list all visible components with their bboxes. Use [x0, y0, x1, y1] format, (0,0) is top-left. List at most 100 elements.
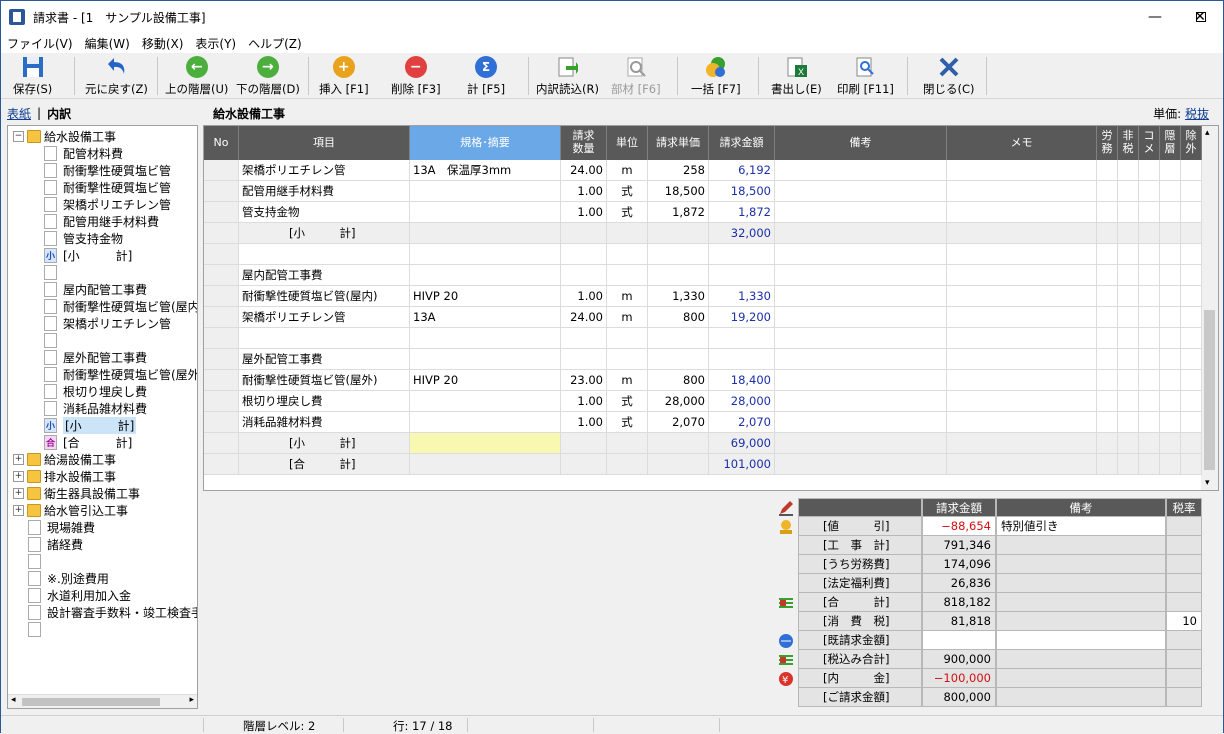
- level-down-button[interactable]: → 下の階層(D): [236, 55, 300, 97]
- table-cell[interactable]: [1118, 454, 1139, 475]
- table-cell[interactable]: [775, 412, 947, 433]
- table-cell[interactable]: [410, 391, 561, 412]
- table-row[interactable]: 根切り埋戻し費 1.00 式 28,000 28,000: [204, 391, 1202, 412]
- table-cell[interactable]: [1160, 433, 1181, 454]
- column-header[interactable]: 除 外: [1181, 126, 1202, 160]
- delete-button[interactable]: − 削除 [F3]: [391, 55, 441, 97]
- table-cell[interactable]: [1139, 349, 1160, 370]
- table-cell[interactable]: m: [607, 307, 648, 328]
- table-cell[interactable]: [947, 160, 1097, 181]
- table-cell[interactable]: [1139, 181, 1160, 202]
- table-cell[interactable]: [775, 307, 947, 328]
- table-cell[interactable]: [1097, 454, 1118, 475]
- table-cell[interactable]: [1118, 433, 1139, 454]
- table-cell[interactable]: [947, 265, 1097, 286]
- table-cell[interactable]: [410, 265, 561, 286]
- import-detail-button[interactable]: 内訳読込(R): [536, 55, 599, 97]
- summary-rate[interactable]: [1166, 593, 1202, 612]
- expand-icon[interactable]: +: [13, 488, 24, 499]
- table-cell[interactable]: [1118, 223, 1139, 244]
- table-cell[interactable]: [775, 202, 947, 223]
- menu-view[interactable]: 表示(Y): [189, 35, 242, 52]
- table-cell[interactable]: [1181, 223, 1202, 244]
- table-cell[interactable]: [775, 433, 947, 454]
- table-cell[interactable]: [561, 433, 607, 454]
- tree-item[interactable]: 配管用継手材料費: [44, 213, 159, 230]
- table-cell[interactable]: 2,070: [709, 412, 775, 433]
- table-cell[interactable]: [1118, 412, 1139, 433]
- table-cell[interactable]: [239, 244, 410, 265]
- table-cell[interactable]: [1118, 244, 1139, 265]
- bulk-button[interactable]: 一括 [F7]: [691, 55, 741, 97]
- column-header[interactable]: 備考: [775, 126, 947, 160]
- summary-amount[interactable]: 26,836: [922, 574, 996, 593]
- summary-note[interactable]: [996, 555, 1166, 574]
- summary-note[interactable]: [996, 650, 1166, 669]
- table-cell[interactable]: [1160, 286, 1181, 307]
- summary-rate[interactable]: [1166, 517, 1202, 536]
- table-cell[interactable]: [1139, 160, 1160, 181]
- table-cell[interactable]: [1139, 202, 1160, 223]
- table-cell[interactable]: m: [607, 286, 648, 307]
- table-row[interactable]: 消耗品雑材料費 1.00 式 2,070 2,070: [204, 412, 1202, 433]
- tree-item[interactable]: 耐衝撃性硬質塩ビ管(屋内: [44, 298, 197, 315]
- table-cell[interactable]: [947, 307, 1097, 328]
- table-row[interactable]: 耐衝撃性硬質塩ビ管(屋外) HIVP 20 23.00 m 800 18,400: [204, 370, 1202, 391]
- menu-move[interactable]: 移動(X): [136, 35, 190, 52]
- list-total-icon[interactable]: [777, 652, 795, 668]
- table-cell[interactable]: [204, 244, 239, 265]
- column-header[interactable]: 請求金額: [709, 126, 775, 160]
- table-cell[interactable]: m: [607, 160, 648, 181]
- table-cell[interactable]: [410, 433, 561, 454]
- table-cell[interactable]: 18,400: [709, 370, 775, 391]
- table-cell[interactable]: [410, 244, 561, 265]
- table-row[interactable]: 架橋ポリエチレン管 13A 保温厚3mm 24.00 m 258 6,192: [204, 160, 1202, 181]
- table-cell[interactable]: [561, 454, 607, 475]
- table-cell[interactable]: [1181, 202, 1202, 223]
- table-cell[interactable]: [1181, 370, 1202, 391]
- table-cell[interactable]: 24.00: [561, 307, 607, 328]
- table-cell[interactable]: [204, 391, 239, 412]
- table-cell[interactable]: 18,500: [709, 181, 775, 202]
- summary-rate[interactable]: [1166, 688, 1202, 707]
- summary-row[interactable]: [消 費 税] 81,818 10: [798, 612, 1202, 631]
- table-cell[interactable]: 32,000: [709, 223, 775, 244]
- table-cell[interactable]: [775, 244, 947, 265]
- table-cell[interactable]: 69,000: [709, 433, 775, 454]
- table-cell[interactable]: [1097, 202, 1118, 223]
- table-cell[interactable]: [1181, 181, 1202, 202]
- summary-row[interactable]: [合 計] 818,182: [798, 593, 1202, 612]
- column-header[interactable]: 労 務: [1097, 126, 1118, 160]
- tab-detail[interactable]: 内訳: [47, 105, 71, 122]
- tree-item[interactable]: + 衛生器具設備工事: [13, 485, 140, 502]
- table-row[interactable]: 屋外配管工事費: [204, 349, 1202, 370]
- level-up-button[interactable]: ← 上の階層(U): [165, 55, 228, 97]
- column-header[interactable]: 請求 数量: [561, 126, 607, 160]
- table-cell[interactable]: [709, 244, 775, 265]
- table-cell[interactable]: [1097, 391, 1118, 412]
- detail-grid[interactable]: ▴ ▾ No 項目 規格･摘要 請求 数量 単位 請求単価 請求金額 備考 メモ労 務非 税コ …: [203, 125, 1219, 491]
- table-cell[interactable]: [561, 328, 607, 349]
- table-cell[interactable]: 1.00: [561, 286, 607, 307]
- yen-icon[interactable]: ¥: [777, 671, 795, 687]
- table-cell[interactable]: [1181, 391, 1202, 412]
- table-row[interactable]: [204, 244, 1202, 265]
- column-header[interactable]: メモ: [947, 126, 1097, 160]
- table-cell[interactable]: 1.00: [561, 412, 607, 433]
- table-cell[interactable]: [1097, 223, 1118, 244]
- table-cell[interactable]: [1118, 370, 1139, 391]
- summary-note[interactable]: 特別値引き: [996, 517, 1166, 536]
- parts-button[interactable]: 部材 [F6]: [611, 55, 661, 97]
- table-cell[interactable]: [1139, 328, 1160, 349]
- table-cell[interactable]: [1181, 160, 1202, 181]
- close-button[interactable]: 閉じる(C): [923, 55, 975, 97]
- table-cell[interactable]: [775, 160, 947, 181]
- summary-rate[interactable]: [1166, 631, 1202, 650]
- table-cell[interactable]: [709, 265, 775, 286]
- summary-amount[interactable]: 81,818: [922, 612, 996, 631]
- tree-item[interactable]: 根切り埋戻し費: [44, 383, 147, 400]
- table-cell[interactable]: 架橋ポリエチレン管: [239, 307, 410, 328]
- expand-icon[interactable]: +: [13, 471, 24, 482]
- tree-item[interactable]: 水道利用加入金: [28, 587, 131, 604]
- hand-coin-icon[interactable]: [777, 519, 795, 535]
